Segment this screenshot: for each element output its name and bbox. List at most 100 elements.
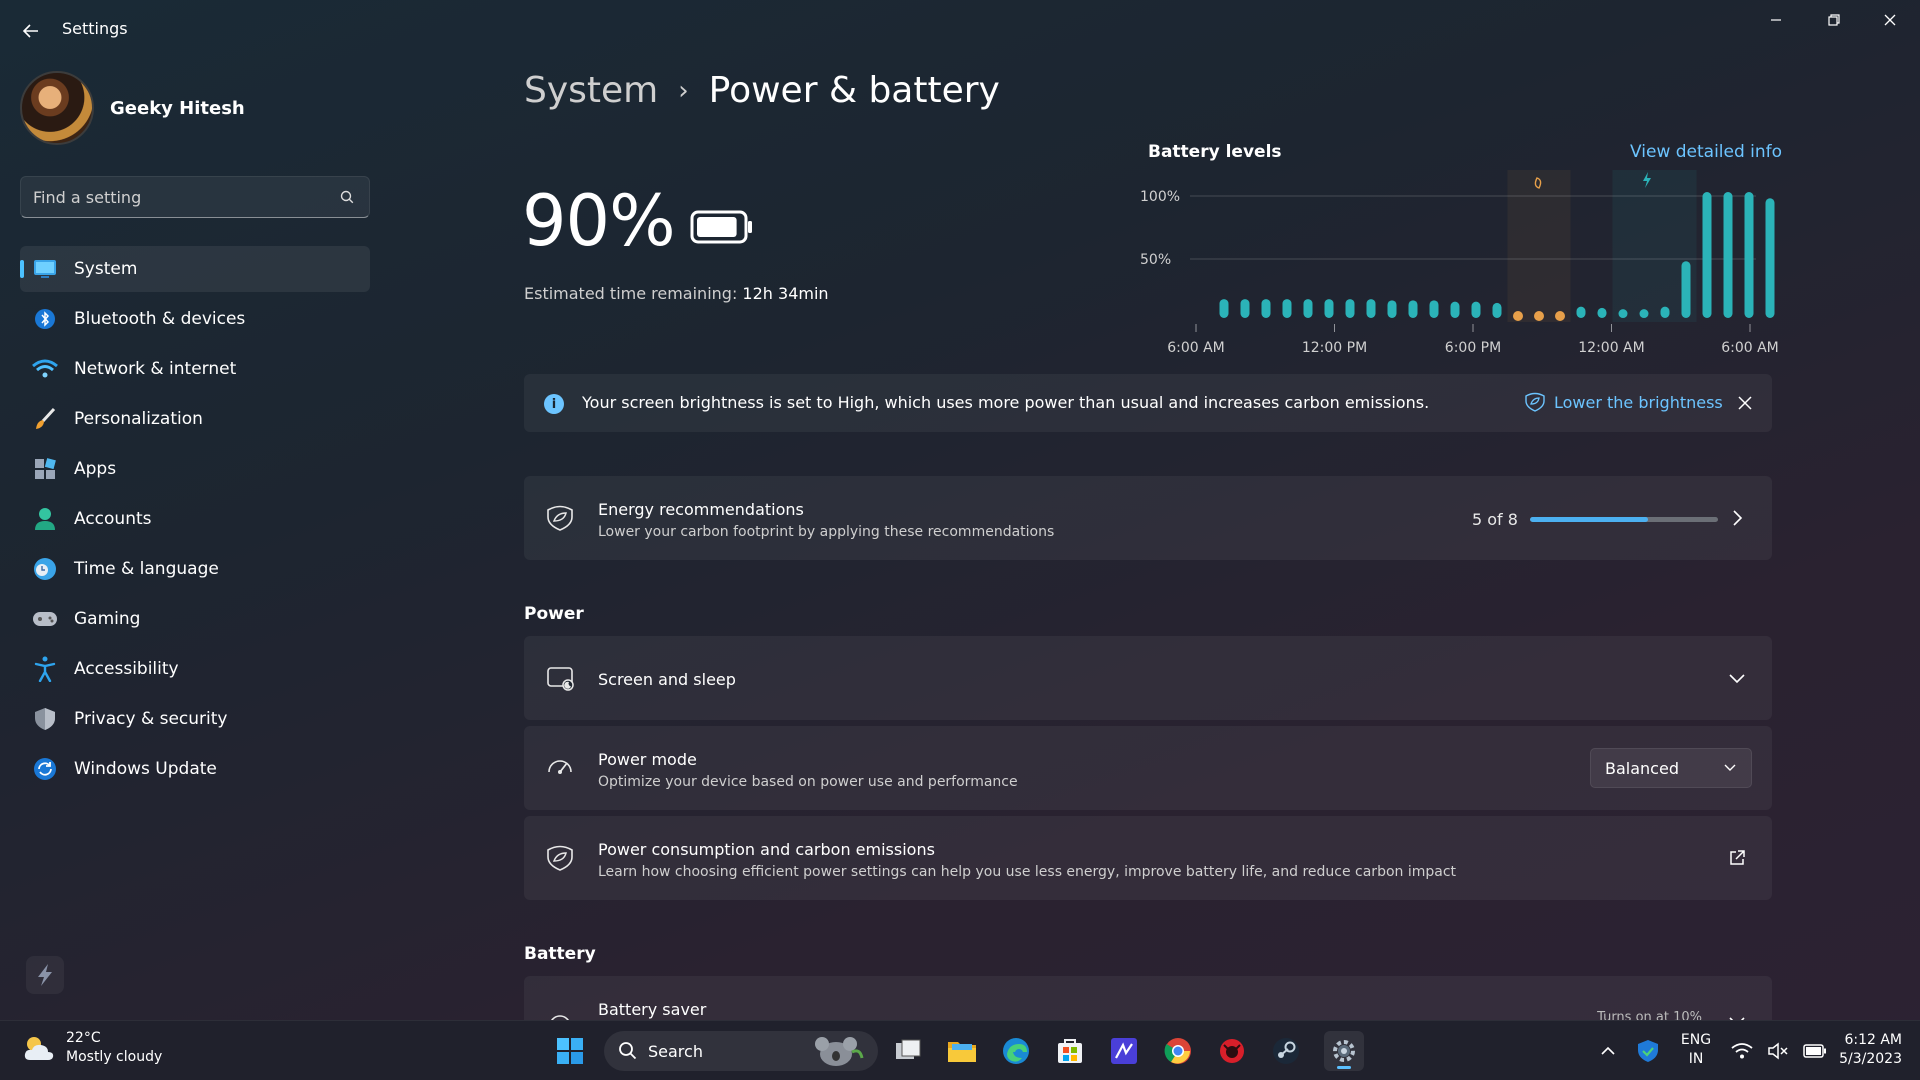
power-consumption-carbon-row[interactable]: Power consumption and carbon emissions L… — [524, 816, 1772, 900]
battery-saver-row[interactable]: Battery saver Turns on at 10% — [524, 976, 1772, 1020]
energy-recommendations-card[interactable]: Energy recommendations Lower your carbon… — [524, 476, 1772, 560]
weather-widget[interactable]: 22°C Mostly cloudy — [22, 1029, 162, 1067]
taskbar: 22°C Mostly cloudy Search ENG IN 6:12 AM… — [0, 1020, 1920, 1080]
chart-bar — [1702, 192, 1712, 318]
sidebar-item-system[interactable]: System — [20, 246, 370, 292]
store-icon — [1058, 1039, 1082, 1063]
breadcrumb-parent[interactable]: System — [524, 70, 658, 111]
gamepad-icon — [32, 606, 58, 632]
start-button[interactable] — [550, 1031, 590, 1071]
quick-settings-button[interactable] — [1724, 1031, 1834, 1071]
taskbar-search[interactable]: Search — [604, 1031, 878, 1071]
language-indicator[interactable]: ENG IN — [1680, 1031, 1712, 1069]
update-icon — [32, 756, 58, 782]
apps-icon — [32, 456, 58, 482]
sidebar-item-time-language[interactable]: Time & language — [20, 546, 370, 592]
info-message: Your screen brightness is set to High, w… — [582, 393, 1430, 412]
search-box[interactable] — [20, 176, 370, 218]
chart-bar — [1492, 302, 1502, 318]
security-tray-button[interactable] — [1630, 1031, 1666, 1071]
sidebar-item-accounts[interactable]: Accounts — [20, 496, 370, 542]
bluetooth-icon — [32, 306, 58, 332]
pinned-app-shortcut[interactable] — [26, 956, 64, 994]
chart-bar — [1450, 301, 1460, 318]
sidebar-item-label: Privacy & security — [74, 709, 228, 729]
chevron-down-icon — [1728, 1012, 1746, 1020]
search-input[interactable] — [33, 177, 333, 217]
show-hidden-icons-button[interactable] — [1588, 1031, 1628, 1071]
accessibility-icon — [32, 656, 58, 682]
search-icon — [619, 1042, 637, 1060]
chrome-browser-button[interactable] — [1158, 1031, 1198, 1071]
chart-bar — [1534, 311, 1544, 321]
energy-title: Energy recommendations — [598, 500, 804, 519]
power-section-heading: Power — [524, 604, 584, 624]
y-tick-label: 50% — [1140, 252, 1171, 268]
chart-bar — [1765, 198, 1775, 318]
power-mode-subtitle: Optimize your device based on power use … — [598, 774, 1018, 790]
lower-brightness-label: Lower the brightness — [1554, 392, 1723, 412]
chart-bar — [1555, 311, 1565, 321]
restore-button[interactable] — [1814, 8, 1854, 32]
sidebar-item-personalization[interactable]: Personalization — [20, 396, 370, 442]
sidebar-item-label: Windows Update — [74, 759, 217, 779]
sidebar-item-accessibility[interactable]: Accessibility — [20, 646, 370, 692]
koala-search-highlight-icon — [815, 1037, 864, 1066]
edge-browser-button[interactable] — [996, 1031, 1036, 1071]
wifi-icon — [1731, 1043, 1753, 1059]
editor-app-button[interactable] — [1104, 1031, 1144, 1071]
sidebar-item-network[interactable]: Network & internet — [20, 346, 370, 392]
close-button[interactable] — [1870, 8, 1910, 32]
estimate-label: Estimated time remaining: — [524, 284, 738, 303]
dismiss-info-button[interactable] — [1732, 390, 1758, 416]
battery-section-heading: Battery — [524, 944, 596, 964]
search-icon — [340, 190, 354, 204]
sidebar-item-privacy[interactable]: Privacy & security — [20, 696, 370, 742]
chart-bar — [1345, 299, 1355, 318]
sidebar-item-bluetooth[interactable]: Bluetooth & devices — [20, 296, 370, 342]
power-mode-select[interactable]: Balanced — [1590, 748, 1752, 788]
battery-icon — [690, 210, 752, 244]
sidebar-item-label: Accessibility — [74, 659, 179, 679]
battery-saver-icon — [544, 1004, 576, 1020]
microsoft-store-button[interactable] — [1050, 1031, 1090, 1071]
user-name: Geeky Hitesh — [110, 97, 245, 119]
back-button[interactable] — [18, 18, 44, 44]
file-explorer-button[interactable] — [942, 1031, 982, 1071]
accounts-icon — [32, 506, 58, 532]
view-detailed-info-link[interactable]: View detailed info — [1630, 142, 1782, 162]
chart-bar — [1387, 300, 1397, 318]
steam-button[interactable] — [1266, 1031, 1306, 1071]
sidebar-item-label: System — [74, 259, 138, 279]
weather-desc: Mostly cloudy — [66, 1049, 163, 1065]
chart-bar — [1597, 307, 1607, 318]
screen-and-sleep-row[interactable]: Screen and sleep — [524, 636, 1772, 720]
close-icon — [1738, 396, 1752, 410]
user-profile[interactable]: Geeky Hitesh — [20, 70, 245, 146]
chart-bar — [1261, 299, 1271, 318]
chart-title: Battery levels — [1148, 142, 1282, 162]
lower-brightness-link[interactable]: Lower the brightness — [1524, 392, 1723, 412]
chart-bar — [1471, 301, 1481, 318]
shield-icon — [32, 706, 58, 732]
restore-icon — [1828, 14, 1840, 26]
task-view-button[interactable] — [888, 1031, 928, 1071]
minimize-button[interactable] — [1756, 8, 1796, 32]
x-tick-label: 12:00 AM — [1578, 340, 1644, 354]
sidebar-item-gaming[interactable]: Gaming — [20, 596, 370, 642]
energy-progress-bar — [1530, 517, 1718, 522]
chart-bar — [1660, 306, 1670, 318]
app-title: Settings — [62, 19, 128, 38]
clock[interactable]: 6:12 AM 5/3/2023 — [1834, 1031, 1902, 1069]
title-bar: Settings — [0, 0, 1920, 60]
gear-icon — [1333, 1040, 1355, 1062]
settings-app-button[interactable] — [1324, 1031, 1364, 1071]
sidebar-item-apps[interactable]: Apps — [20, 446, 370, 492]
battery-levels-chart: 100% 50% 6:00 AM 12:00 PM 6:00 PM 12:00 AM 6:0… — [1140, 170, 1779, 354]
antivirus-icon — [1220, 1039, 1244, 1063]
sidebar-item-windows-update[interactable]: Windows Update — [20, 746, 370, 792]
editor-app-icon — [1111, 1038, 1137, 1064]
brightness-info-bar: i Your screen brightness is set to High,… — [524, 374, 1772, 432]
carbon-title: Power consumption and carbon emissions — [598, 840, 935, 859]
antivirus-app-button[interactable] — [1212, 1031, 1252, 1071]
